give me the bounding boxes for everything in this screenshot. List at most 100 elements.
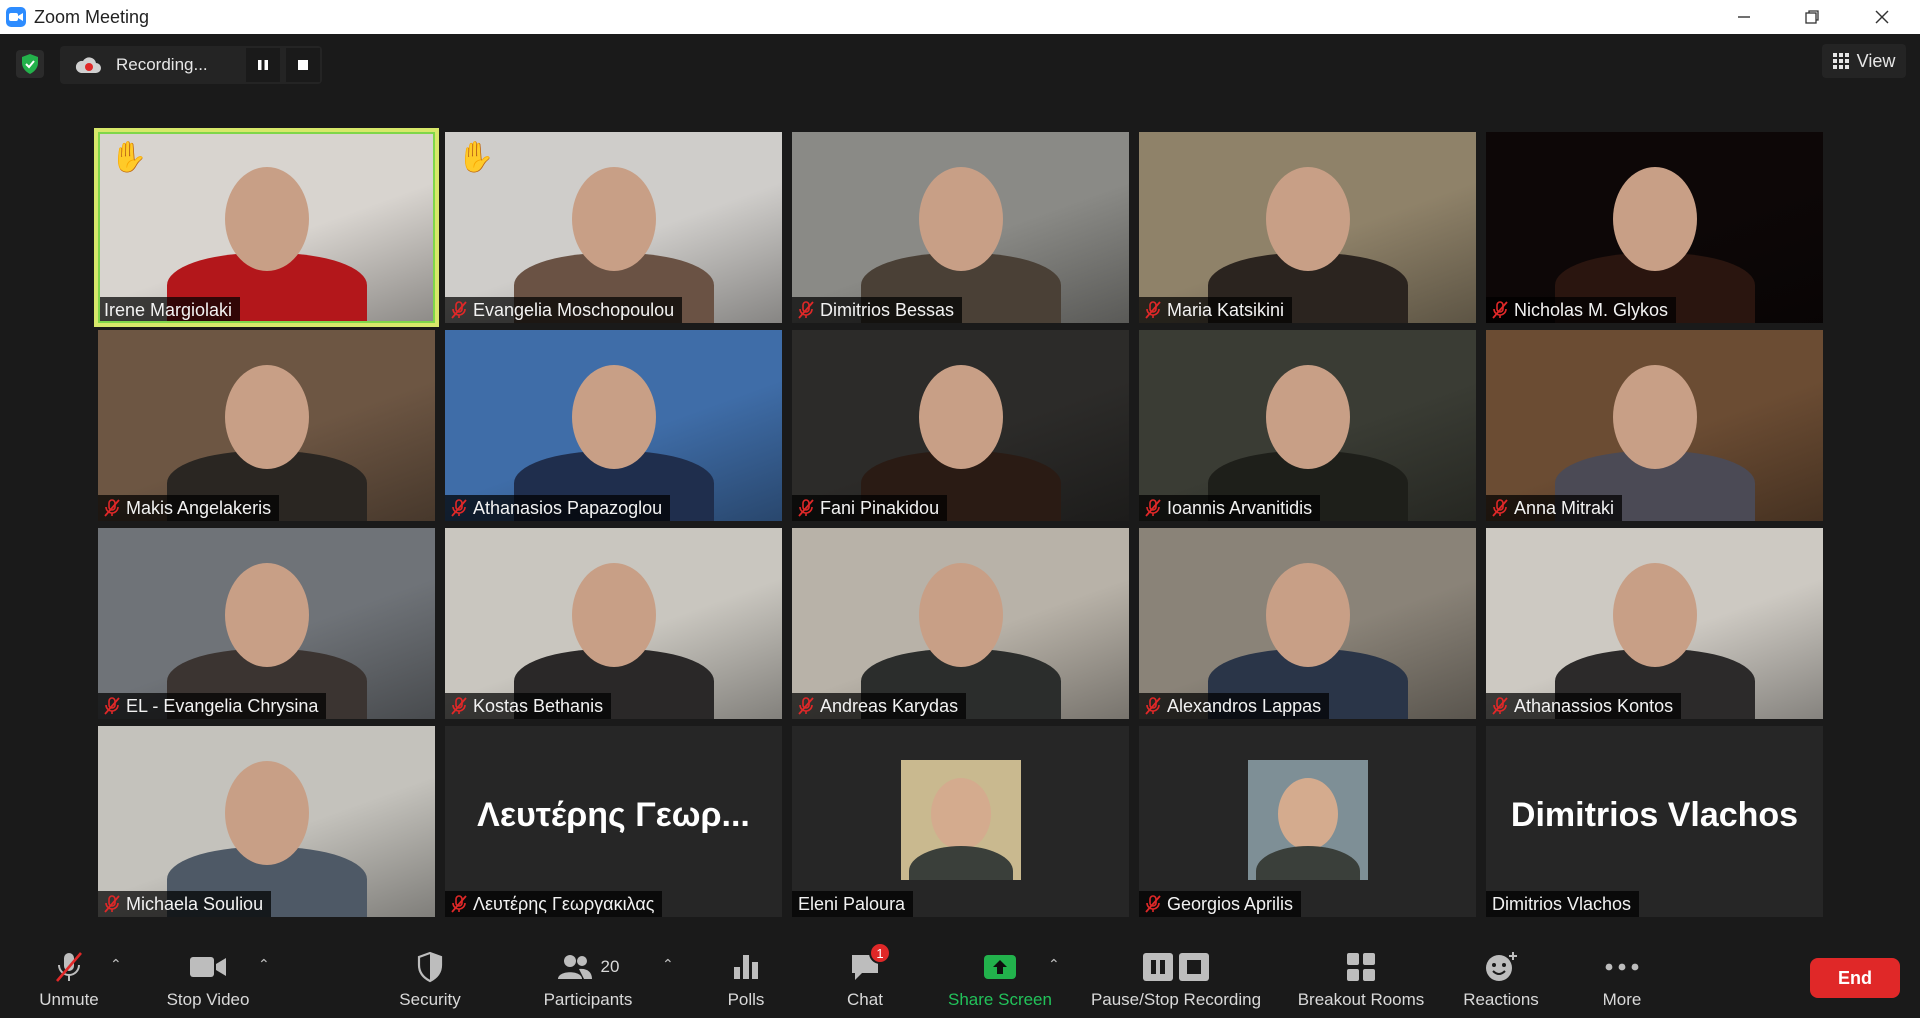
participant-name-label: Evangelia Moschopoulou: [445, 297, 683, 323]
stop-video-button[interactable]: Stop Video: [160, 948, 256, 1012]
chat-button[interactable]: 1 Chat: [836, 942, 894, 1012]
unmute-button[interactable]: Unmute: [28, 948, 110, 1012]
participant-name: EL - Evangelia Chrysina: [126, 695, 319, 716]
restore-icon[interactable]: [1782, 0, 1842, 34]
participant-name-label: Eleni Paloura: [792, 891, 914, 917]
pause-recording-button[interactable]: [246, 48, 280, 82]
participant-name-label: Dimitrios Vlachos: [1486, 891, 1640, 917]
participant-name-label: Makis Angelakeris: [98, 495, 280, 521]
participant-name-label: Kostas Bethanis: [445, 693, 612, 719]
participant-name: Λευτέρης Γεωργακιλας: [473, 893, 655, 914]
participant-tile[interactable]: Kostas Bethanis: [445, 528, 782, 719]
recording-status: Recording...: [116, 55, 208, 74]
participant-tile[interactable]: Fani Pinakidou: [792, 330, 1129, 521]
participant-tile[interactable]: Nicholas M. Glykos: [1486, 132, 1823, 323]
end-meeting-button[interactable]: End: [1810, 958, 1900, 998]
participant-name: Michaela Souliou: [126, 893, 264, 914]
participant-name-label: Fani Pinakidou: [792, 495, 948, 521]
participant-tile[interactable]: Athanassios Kontos: [1486, 528, 1823, 719]
muted-mic-icon: [451, 697, 467, 715]
participant-tile[interactable]: Alexandros Lappas: [1139, 528, 1476, 719]
video-options-caret-icon[interactable]: ⌃: [258, 956, 270, 973]
participant-name: Alexandros Lappas: [1167, 695, 1322, 716]
audio-options-caret-icon[interactable]: ⌃: [110, 956, 122, 973]
profile-picture: [900, 760, 1021, 880]
participant-name-label: Andreas Karydas: [792, 693, 967, 719]
participant-name: Eleni Paloura: [798, 893, 906, 914]
participants-options-caret-icon[interactable]: ⌃: [662, 956, 674, 973]
window-title: Zoom Meeting: [34, 6, 150, 27]
participant-name: Andreas Karydas: [820, 695, 959, 716]
participants-button[interactable]: 20 Participants: [536, 948, 640, 1012]
participant-name: Fani Pinakidou: [820, 497, 940, 518]
participant-tile[interactable]: Dimitrios Vlachos Dimitrios Vlachos: [1486, 726, 1823, 917]
recording-indicator: Recording...: [60, 46, 322, 84]
participant-name-label: Maria Katsikini: [1139, 297, 1293, 323]
muted-mic-icon: [104, 697, 120, 715]
participant-tile[interactable]: Athanasios Papazoglou: [445, 330, 782, 521]
participant-tile[interactable]: Maria Katsikini: [1139, 132, 1476, 323]
participant-name-label: Alexandros Lappas: [1139, 693, 1330, 719]
participant-tile[interactable]: Eleni Paloura: [792, 726, 1129, 917]
participant-name-label: Georgios Aprilis: [1139, 891, 1302, 917]
muted-mic-icon: [1492, 499, 1508, 517]
view-button[interactable]: View: [1822, 44, 1906, 78]
muted-microphone-icon: [56, 952, 82, 982]
muted-mic-icon: [451, 301, 467, 319]
participant-display-name: Dimitrios Vlachos: [1510, 796, 1799, 834]
profile-picture: [1247, 760, 1368, 880]
participant-tile[interactable]: Λευτέρης Γεωρ... Λευτέρης Γεωργακιλας: [445, 726, 782, 917]
meeting-topbar: Recording... View: [0, 34, 1920, 94]
security-button[interactable]: Security: [390, 948, 470, 1012]
muted-mic-icon: [798, 301, 814, 319]
more-dots-icon: [1605, 963, 1639, 971]
pause-stop-recording-button[interactable]: Pause/Stop Recording: [1084, 948, 1268, 1012]
muted-mic-icon: [451, 895, 467, 913]
participant-name-label: Dimitrios Bessas: [792, 297, 963, 323]
muted-mic-icon: [1492, 697, 1508, 715]
breakout-rooms-icon: [1347, 953, 1375, 981]
participant-tile[interactable]: Makis Angelakeris: [98, 330, 435, 521]
participant-tile[interactable]: Georgios Aprilis: [1139, 726, 1476, 917]
muted-mic-icon: [1145, 895, 1161, 913]
muted-mic-icon: [1145, 697, 1161, 715]
meeting-controls-toolbar: Unmute ⌃ Stop Video ⌃ Security 20 Partic…: [0, 938, 1920, 1018]
muted-mic-icon: [104, 499, 120, 517]
minimize-icon[interactable]: [1714, 0, 1774, 34]
more-button[interactable]: More: [1594, 948, 1650, 1012]
participant-name: Dimitrios Bessas: [820, 299, 955, 320]
participant-name: Kostas Bethanis: [473, 695, 604, 716]
close-icon[interactable]: [1852, 0, 1912, 34]
participant-tile[interactable]: Ioannis Arvanitidis: [1139, 330, 1476, 521]
cloud-recording-icon: [75, 57, 101, 73]
participant-tile[interactable]: ✋ Irene Margiolaki: [94, 128, 439, 327]
participant-name: Anna Mitraki: [1514, 497, 1615, 518]
share-options-caret-icon[interactable]: ⌃: [1048, 956, 1060, 973]
participant-name: Athanasios Papazoglou: [473, 497, 663, 518]
participant-tile[interactable]: EL - Evangelia Chrysina: [98, 528, 435, 719]
video-gallery-grid: ✋ Irene Margiolaki ✋ Evangelia Moschopoulou…: [94, 128, 1823, 918]
participant-tile[interactable]: Andreas Karydas: [792, 528, 1129, 719]
share-screen-button[interactable]: Share Screen: [944, 948, 1056, 1012]
breakout-rooms-button[interactable]: Breakout Rooms: [1288, 948, 1434, 1012]
participants-count: 20: [600, 957, 620, 976]
encryption-shield-icon[interactable]: [16, 50, 44, 78]
video-camera-icon: [190, 957, 226, 977]
grid-view-icon: [1832, 53, 1849, 69]
participant-name: Makis Angelakeris: [126, 497, 272, 518]
participant-name: Georgios Aprilis: [1167, 893, 1294, 914]
participant-tile[interactable]: Anna Mitraki: [1486, 330, 1823, 521]
participant-name: Maria Katsikini: [1167, 299, 1285, 320]
stop-recording-button[interactable]: [286, 48, 320, 82]
participant-tile[interactable]: Dimitrios Bessas: [792, 132, 1129, 323]
participant-name-label: Nicholas M. Glykos: [1486, 297, 1677, 323]
raised-hand-icon: ✋: [457, 141, 495, 174]
participant-tile[interactable]: ✋ Evangelia Moschopoulou: [445, 132, 782, 323]
participant-tile[interactable]: Michaela Souliou: [98, 726, 435, 917]
polls-button[interactable]: Polls: [718, 948, 774, 1012]
participant-name-label: EL - Evangelia Chrysina: [98, 693, 327, 719]
pause-icon: [258, 60, 268, 70]
participant-name: Dimitrios Vlachos: [1492, 893, 1632, 914]
participant-name-label: Anna Mitraki: [1486, 495, 1623, 521]
reactions-button[interactable]: Reactions: [1456, 948, 1546, 1012]
